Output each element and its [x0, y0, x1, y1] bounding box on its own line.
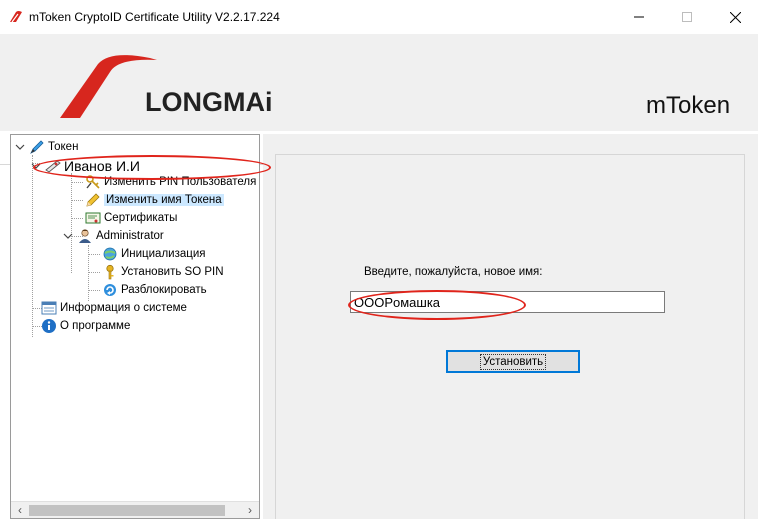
- tree-item-label: Информация о системе: [60, 302, 187, 314]
- tree-item-token[interactable]: Токен: [15, 138, 78, 156]
- tree-item-unblock[interactable]: Разблокировать: [102, 281, 207, 299]
- scroll-right-icon[interactable]: ›: [243, 503, 257, 517]
- tree-item-label: Разблокировать: [121, 284, 207, 296]
- tree-item-administrator[interactable]: Administrator: [63, 227, 164, 245]
- certificate-icon: [85, 212, 101, 224]
- set-name-button[interactable]: Установить: [446, 350, 580, 373]
- banner: LONGMAi mToken: [0, 34, 758, 165]
- maximize-icon: [682, 12, 692, 22]
- mtoken-logo-icon: [10, 11, 22, 23]
- tree-item-certificates[interactable]: Сертификаты: [85, 209, 177, 227]
- new-name-prompt: Введите, пожалуйста, новое имя:: [364, 266, 543, 278]
- chevron-down-icon[interactable]: [31, 161, 41, 171]
- tree-item-label: Изменить PIN Пользователя: [104, 176, 257, 188]
- token-tree[interactable]: Токен Иванов И.И Изменить PIN Пользовате…: [10, 134, 260, 519]
- tree-item-label: Иванов И.И: [64, 158, 140, 174]
- tree-item-about[interactable]: О программе: [41, 317, 130, 335]
- minimize-icon: [634, 16, 644, 18]
- scroll-left-icon[interactable]: ‹: [13, 503, 27, 517]
- info-icon: [42, 319, 56, 333]
- tree-item-change-token-name[interactable]: Изменить имя Токена: [85, 191, 224, 209]
- pencil-icon: [86, 193, 100, 207]
- tree-item-initialize[interactable]: Инициализация: [102, 245, 206, 263]
- scrollbar-thumb[interactable]: [29, 505, 225, 516]
- tree-item-change-user-pin[interactable]: Изменить PIN Пользователя: [85, 173, 256, 191]
- tree-item-label: Токен: [48, 141, 79, 153]
- tree-item-label: Administrator: [96, 230, 164, 242]
- token-key-icon: [45, 160, 61, 173]
- close-icon: [729, 11, 741, 23]
- key-icon: [106, 264, 114, 280]
- tree-item-set-so-pin[interactable]: Установить SO PIN: [102, 263, 224, 281]
- longmai-logo-icon: [60, 55, 157, 118]
- brand-text: mToken: [646, 92, 731, 119]
- pen-token-icon: [30, 140, 44, 154]
- tree-item-label: Установить SO PIN: [121, 266, 224, 278]
- tree-item-label: Изменить имя Токена: [104, 194, 224, 206]
- tree-horizontal-scrollbar[interactable]: ‹ ›: [11, 501, 259, 518]
- chevron-down-icon[interactable]: [15, 142, 25, 152]
- title-bar: mToken CryptoID Certificate Utility V2.2…: [0, 0, 758, 34]
- tree-item-label: Инициализация: [121, 248, 206, 260]
- keys-icon: [86, 175, 100, 189]
- unlock-icon: [104, 284, 116, 296]
- tree-item-system-info[interactable]: Информация о системе: [41, 299, 187, 317]
- system-info-icon: [41, 301, 57, 315]
- minimize-button[interactable]: [616, 0, 662, 34]
- admin-user-icon: [79, 229, 91, 243]
- maximize-button[interactable]: [664, 0, 710, 34]
- init-globe-icon: [103, 247, 117, 261]
- chevron-down-icon[interactable]: [63, 231, 73, 241]
- window-title: mToken CryptoID Certificate Utility V2.2…: [29, 10, 280, 24]
- tree-item-label: О программе: [60, 320, 131, 332]
- rename-group-box: [275, 154, 745, 519]
- close-button[interactable]: [712, 0, 758, 34]
- logo-text: LONGMAi: [145, 87, 273, 117]
- set-name-button-label: Установить: [479, 353, 547, 370]
- token-name-input[interactable]: [350, 291, 665, 313]
- content-panel: Введите, пожалуйста, новое имя: Установи…: [263, 134, 758, 519]
- tree-item-label: Сертификаты: [104, 212, 178, 224]
